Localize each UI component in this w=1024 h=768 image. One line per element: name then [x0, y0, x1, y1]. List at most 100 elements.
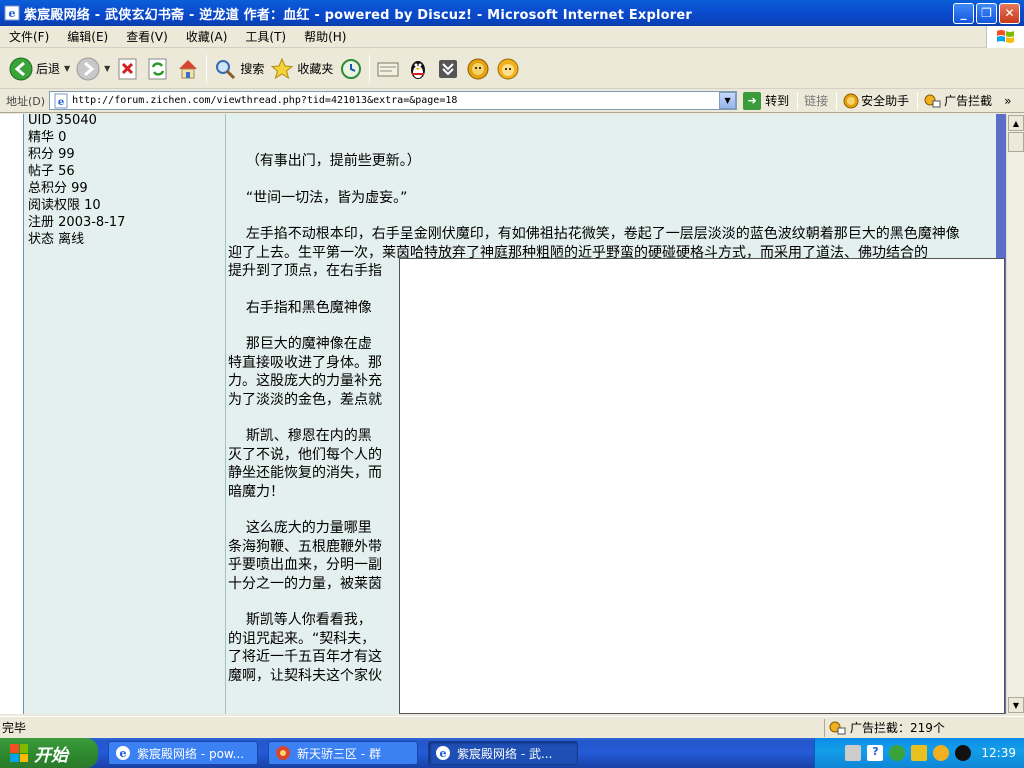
- address-dropdown-icon[interactable]: ▼: [719, 92, 737, 109]
- menu-view[interactable]: 查看(V): [117, 28, 177, 45]
- scroll-down-icon[interactable]: ▼: [1008, 697, 1024, 713]
- adblock-button[interactable]: 广告拦截: [924, 92, 992, 109]
- adblock-status[interactable]: 广告拦截：219个: [824, 718, 1020, 737]
- qq-tray-icon[interactable]: [955, 745, 972, 761]
- close-button[interactable]: ✕: [999, 2, 1020, 24]
- menu-bar: 文件(F) 编辑(E) 查看(V) 收藏(A) 工具(T) 帮助(H): [0, 26, 1024, 48]
- help-icon[interactable]: ?: [867, 745, 884, 761]
- keyboard-icon[interactable]: [845, 745, 862, 761]
- start-button[interactable]: 开始: [0, 738, 98, 768]
- search-icon: [216, 59, 236, 79]
- address-bar: 地址(D) e http://forum.zichen.com/viewthre…: [0, 89, 1024, 113]
- menu-tools[interactable]: 工具(T): [236, 28, 295, 45]
- lion-button[interactable]: [493, 52, 523, 86]
- user-stat-points: 积分 99: [28, 146, 225, 163]
- blank-popup-window[interactable]: [399, 258, 1005, 714]
- scroll-thumb[interactable]: [1008, 132, 1024, 152]
- go-button[interactable]: ➜ 转到: [743, 91, 790, 110]
- restore-button[interactable]: ❐: [976, 2, 997, 24]
- address-url[interactable]: http://forum.zichen.com/viewthread.php?t…: [72, 95, 719, 106]
- security-helper-button[interactable]: 安全助手: [843, 92, 909, 109]
- stat-label: 注册: [28, 215, 55, 230]
- toolbar: 后退 ▼ ▼ 搜索 收藏夹: [0, 49, 1024, 89]
- favorites-label: 收藏夹: [297, 62, 334, 76]
- lion-icon: [497, 58, 519, 79]
- forward-button[interactable]: ▼: [73, 52, 113, 86]
- qq-button[interactable]: [403, 52, 433, 86]
- back-arrow-icon: [9, 57, 33, 80]
- svg-text:e: e: [440, 747, 447, 760]
- adblock-icon: [924, 94, 941, 107]
- home-button[interactable]: [173, 52, 203, 86]
- svg-text:e: e: [9, 7, 16, 20]
- address-input[interactable]: e http://forum.zichen.com/viewthread.php…: [49, 91, 738, 110]
- search-button[interactable]: 搜索: [210, 52, 267, 86]
- history-button[interactable]: [336, 52, 366, 86]
- network-icon[interactable]: [911, 745, 928, 761]
- address-separator: [917, 91, 919, 110]
- scroll-up-icon[interactable]: ▲: [1008, 115, 1024, 131]
- back-tray-icon[interactable]: [889, 745, 906, 761]
- task-label: 新天骄三区 - 群: [297, 746, 381, 761]
- go-arrow-icon: ➜: [743, 91, 762, 110]
- status-text: 完毕: [2, 721, 27, 735]
- windows-flag-icon: [10, 744, 28, 762]
- lion-shield-button[interactable]: [463, 52, 493, 86]
- home-icon: [179, 59, 198, 78]
- back-button[interactable]: 后退 ▼: [6, 52, 73, 86]
- search-label: 搜索: [240, 62, 265, 76]
- menu-edit[interactable]: 编辑(E): [58, 28, 117, 45]
- toolbar-more-icon[interactable]: »: [1004, 94, 1011, 108]
- toolbar-separator: [206, 54, 208, 83]
- toolbar-separator: [369, 54, 371, 83]
- security-helper-label: 安全助手: [861, 94, 910, 108]
- go-label: 转到: [765, 94, 790, 108]
- menu-favorites[interactable]: 收藏(A): [177, 28, 237, 45]
- star-icon: [271, 57, 294, 79]
- window-title: 紫宸殿网络 - 武侠玄幻书斋 - 逆龙道 作者：血红 - powered by …: [24, 7, 693, 23]
- stop-icon: [118, 58, 137, 79]
- thunder-button[interactable]: [433, 52, 463, 86]
- taskbar-item-game[interactable]: 新天骄三区 - 群: [268, 741, 418, 765]
- menu-file[interactable]: 文件(F): [0, 28, 58, 45]
- refresh-icon: [148, 58, 167, 79]
- adblock-count: 广告拦截：219个: [850, 721, 945, 735]
- favorites-button[interactable]: 收藏夹: [267, 52, 336, 86]
- lion-tray-icon[interactable]: [933, 745, 950, 761]
- stat-label: 精华: [28, 130, 55, 145]
- forward-dropdown-icon[interactable]: ▼: [104, 64, 110, 73]
- stat-label: 帖子: [28, 164, 55, 179]
- user-stat-posts: 帖子 56: [28, 163, 225, 180]
- user-stat-registered: 注册 2003-8-17: [28, 214, 225, 231]
- start-label: 开始: [34, 745, 68, 766]
- mail-icon: [377, 62, 399, 76]
- game-icon: [276, 746, 290, 760]
- mail-button[interactable]: [373, 52, 403, 86]
- title-bar[interactable]: e 紫宸殿网络 - 武侠玄幻书斋 - 逆龙道 作者：血红 - powered b…: [0, 0, 1024, 26]
- vertical-scrollbar[interactable]: ▲ ▼: [1006, 114, 1024, 714]
- user-stat-total-points: 总积分 99: [28, 180, 225, 197]
- stat-value: 0: [58, 130, 67, 145]
- forward-arrow-icon: [76, 57, 100, 80]
- links-button[interactable]: 链接: [804, 92, 828, 109]
- svg-text:e: e: [58, 97, 64, 108]
- post-paragraph: “世间一切法，皆为虚妄。”: [228, 189, 408, 206]
- taskbar-item-ie-2[interactable]: e 紫宸殿网络 - 武...: [428, 741, 578, 765]
- stat-label: 积分: [28, 147, 55, 162]
- taskbar-item-ie-1[interactable]: e 紫宸殿网络 - pow...: [108, 741, 258, 765]
- stat-value: 99: [58, 147, 75, 162]
- adblock-status-icon: [829, 721, 846, 734]
- stat-value: 35040: [55, 114, 97, 128]
- stop-button[interactable]: [113, 52, 143, 86]
- security-shield-icon: [843, 93, 859, 108]
- back-dropdown-icon[interactable]: ▼: [64, 64, 70, 73]
- status-bar: 完毕 广告拦截：219个: [0, 716, 1024, 738]
- stat-label: UID: [28, 114, 52, 128]
- minimize-button[interactable]: _: [953, 2, 974, 24]
- refresh-button[interactable]: [143, 52, 173, 86]
- stat-value: 99: [71, 181, 88, 196]
- history-icon: [341, 58, 362, 79]
- ie-page-icon: e: [4, 5, 20, 21]
- clock[interactable]: 12:39: [981, 746, 1016, 760]
- menu-help[interactable]: 帮助(H): [295, 28, 355, 45]
